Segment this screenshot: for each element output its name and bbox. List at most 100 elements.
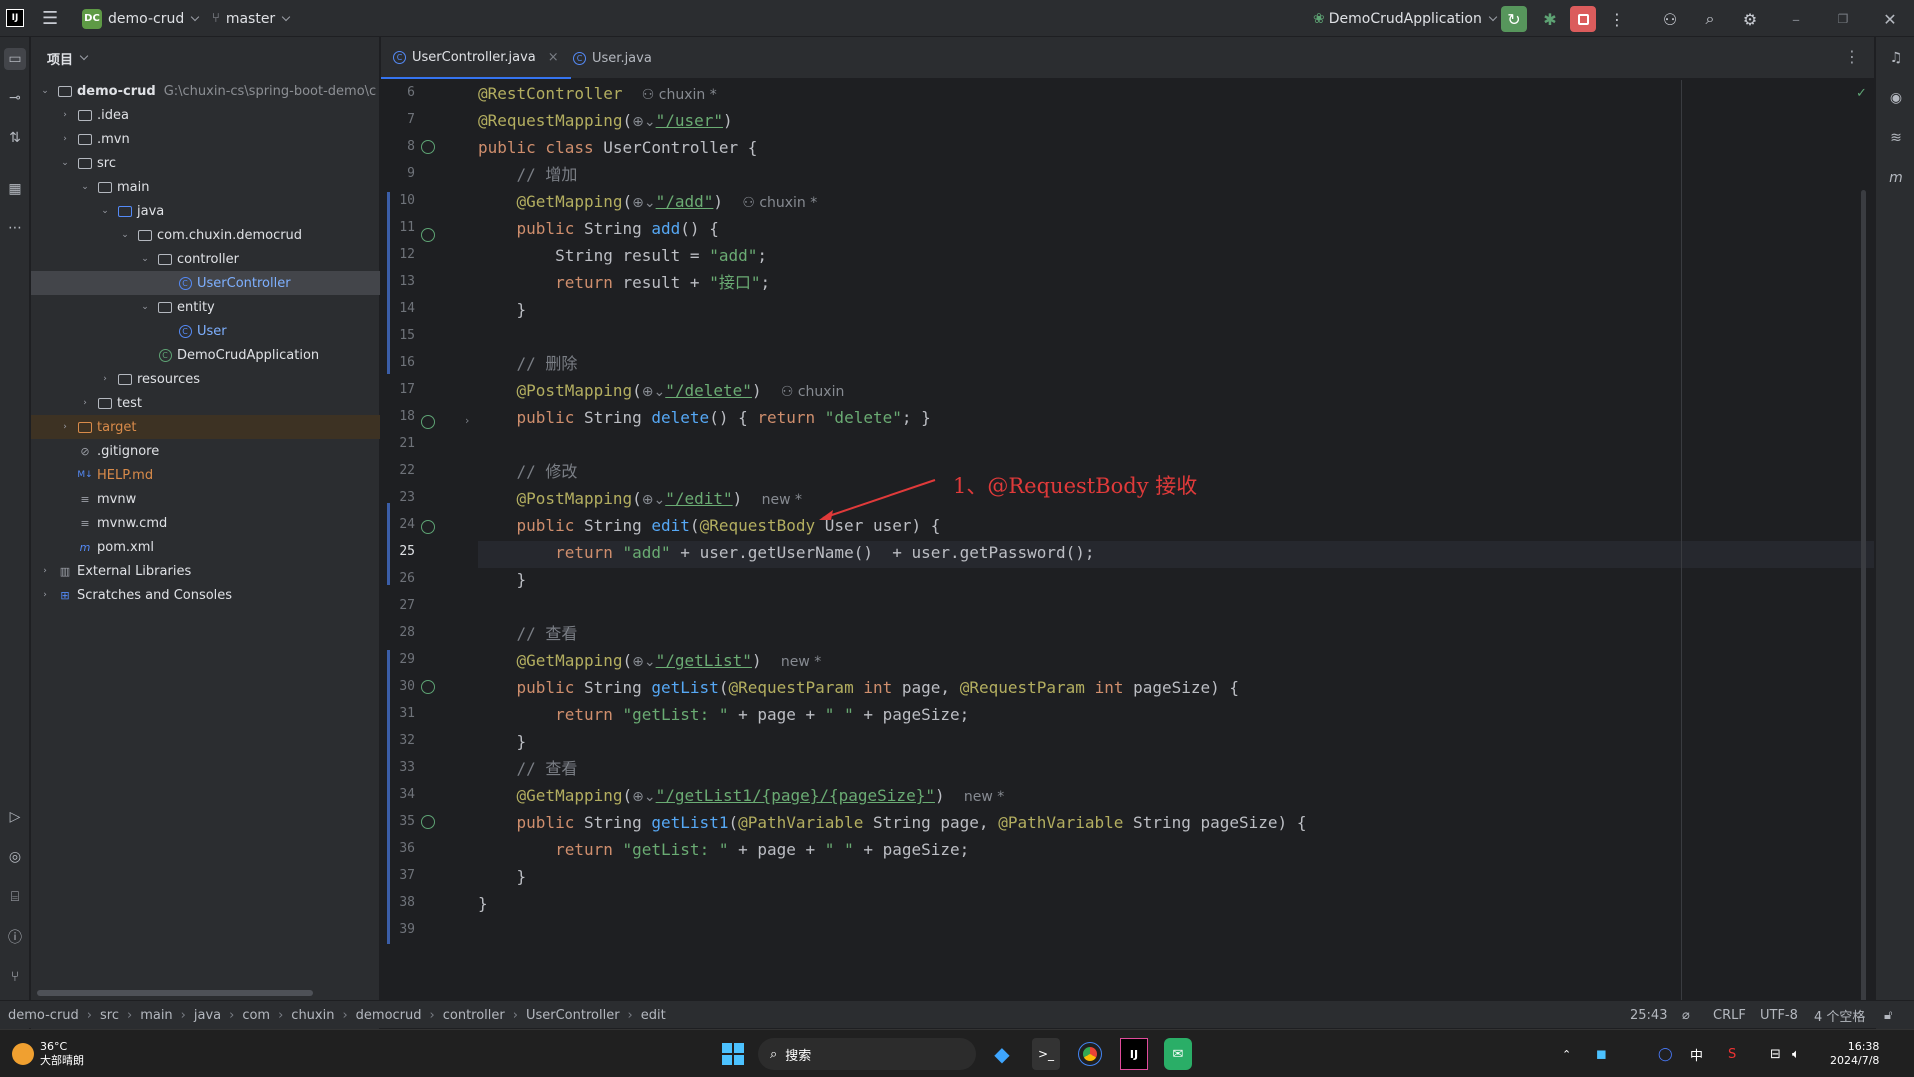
breadcrumb-item[interactable]: main [140, 1008, 172, 1023]
vertical-scrollbar[interactable] [1861, 190, 1866, 1014]
terminal-icon[interactable]: ⌸ [5, 887, 25, 907]
chevron-down-icon[interactable]: ⌄ [39, 86, 51, 96]
tree-item[interactable]: ⊘ .gitignore [31, 439, 380, 463]
endpoint-gutter-icon[interactable] [421, 415, 435, 429]
structure-icon[interactable]: ▦ [5, 179, 25, 199]
intellij-app-icon[interactable]: IJ [1120, 1038, 1148, 1070]
weather-widget[interactable]: 36°C 大部晴朗 [12, 1038, 84, 1070]
tab-usercontroller[interactable]: C UserController.java × [381, 37, 571, 79]
project-tool-icon[interactable]: ▭ [4, 48, 26, 70]
services-icon[interactable]: ◎ [5, 847, 25, 867]
pull-requests-icon[interactable]: ⇅ [5, 128, 25, 148]
chevron-down-icon[interactable]: ⌄ [139, 254, 151, 264]
breadcrumb-item[interactable]: controller [443, 1008, 505, 1023]
restore-icon[interactable]: ❐ [1830, 6, 1856, 32]
run-config-selector[interactable]: ❀ DemoCrudApplication [1313, 0, 1498, 37]
tree-item[interactable]: ≡ mvnw [31, 487, 380, 511]
horizontal-scrollbar[interactable] [37, 990, 313, 996]
chevron-right-icon[interactable]: › [59, 422, 71, 432]
tree-item[interactable]: › .mvn [31, 127, 380, 151]
tree-item[interactable]: › ▥ External Libraries [31, 559, 380, 583]
chevron-right-icon[interactable]: › [59, 134, 71, 144]
clock[interactable]: 16:38 2024/7/8 [1830, 1038, 1879, 1070]
code-with-me-icon[interactable]: ⚇ [1657, 6, 1683, 32]
chevron-down-icon[interactable]: ⌄ [79, 182, 91, 192]
tree-item[interactable]: › target [31, 415, 380, 439]
commit-icon[interactable]: ⊸ [5, 88, 25, 108]
volume-icon[interactable]: 🔈︎ [1792, 1038, 1800, 1070]
tree-item[interactable]: › test [31, 391, 380, 415]
ime-indicator[interactable]: 中 [1690, 1038, 1703, 1070]
git-icon[interactable]: ⑂ [5, 967, 25, 987]
endpoint-gutter-icon[interactable] [421, 815, 435, 829]
taskbar-search[interactable]: ⌕ 搜索 [758, 1038, 976, 1070]
chevron-right-icon[interactable]: › [39, 590, 51, 600]
windows-start-icon[interactable] [720, 1038, 746, 1070]
file-encoding[interactable]: UTF-8 [1760, 1001, 1798, 1029]
tray-app-icon[interactable]: S [1728, 1038, 1736, 1070]
chevron-right-icon[interactable]: › [59, 110, 71, 120]
debug-icon[interactable]: ✱ [1537, 6, 1563, 32]
minimize-icon[interactable]: – [1783, 6, 1809, 32]
tab-options-icon[interactable]: ⋮ [1844, 47, 1860, 66]
terminal-app-icon[interactable]: >_ [1032, 1038, 1060, 1070]
chevron-down-icon[interactable]: ⌄ [99, 206, 111, 216]
breadcrumb-item[interactable]: java [194, 1008, 221, 1023]
chevron-right-icon[interactable]: › [39, 566, 51, 576]
indent-setting[interactable]: 4 个空格 [1814, 1001, 1865, 1029]
project-switcher[interactable]: DC demo-crud [82, 0, 200, 37]
vscode-app-icon[interactable]: ◆ [988, 1038, 1016, 1070]
more-actions-icon[interactable]: ⋮ [1604, 6, 1630, 32]
maven-icon[interactable]: m [1886, 168, 1906, 188]
tree-item[interactable]: ⌄ controller [31, 247, 380, 271]
problems-icon[interactable]: ⓘ [5, 927, 25, 947]
tree-item[interactable]: › ⊞ Scratches and Consoles [31, 583, 380, 607]
stop-button[interactable] [1570, 6, 1596, 32]
chevron-down-icon[interactable]: ⌄ [119, 230, 131, 240]
branch-switcher[interactable]: ⑂ master [212, 0, 291, 37]
tree-item[interactable]: ⌄ demo-crud G:\chuxin-cs\spring-boot-demo\… [31, 79, 380, 103]
endpoint-gutter-icon[interactable] [421, 520, 435, 534]
run-tool-icon[interactable]: ▷ [5, 807, 25, 827]
tree-item[interactable]: m pom.xml [31, 535, 380, 559]
readonly-toggle-icon[interactable]: ⌀ [1682, 1001, 1690, 1029]
code-editor[interactable]: @RestController ⚇ chuxin * @RequestMappi… [478, 80, 1874, 1014]
wechat-app-icon[interactable]: ✉ [1164, 1038, 1192, 1070]
tree-item[interactable]: › resources [31, 367, 380, 391]
breadcrumb-item[interactable]: chuxin [291, 1008, 334, 1023]
tree-item[interactable]: ⌄ main [31, 175, 380, 199]
tree-item[interactable]: C User [31, 319, 380, 343]
endpoint-gutter-icon[interactable] [421, 228, 435, 242]
caret-position[interactable]: 25:43 [1630, 1001, 1667, 1029]
tree-item[interactable]: C DemoCrudApplication [31, 343, 380, 367]
chevron-right-icon[interactable]: › [79, 398, 91, 408]
database-icon[interactable]: ≋ [1886, 128, 1906, 148]
network-icon[interactable]: ⊟ [1770, 1038, 1781, 1070]
tree-item[interactable]: ⌄ src [31, 151, 380, 175]
breadcrumb-item[interactable]: democrud [356, 1008, 422, 1023]
close-window-icon[interactable]: ✕ [1877, 6, 1903, 32]
endpoint-gutter-icon[interactable] [421, 680, 435, 694]
tree-item[interactable]: M↓ HELP.md [31, 463, 380, 487]
tree-item[interactable]: › .idea [31, 103, 380, 127]
tray-app-icon[interactable]: ◼ [1596, 1038, 1607, 1070]
tree-item[interactable]: ≡ mvnw.cmd [31, 511, 380, 535]
chevron-down-icon[interactable]: ⌄ [139, 302, 151, 312]
chrome-app-icon[interactable] [1076, 1038, 1104, 1070]
settings-gear-icon[interactable]: ⚙ [1737, 6, 1763, 32]
fold-icon[interactable]: › [465, 414, 469, 427]
tree-item[interactable]: ⌄ com.chuxin.democrud [31, 223, 380, 247]
notifications-icon[interactable]: ♫ [1886, 48, 1906, 68]
line-separator[interactable]: CRLF [1713, 1001, 1746, 1029]
tree-item[interactable]: ⌄ entity [31, 295, 380, 319]
tree-item[interactable]: C UserController [31, 271, 380, 295]
spring-bean-gutter-icon[interactable] [421, 140, 435, 154]
more-tools-icon[interactable]: ⋯ [5, 218, 25, 238]
breadcrumb-item[interactable]: edit [641, 1008, 666, 1023]
tree-item[interactable]: ⌄ java [31, 199, 380, 223]
chevron-right-icon[interactable]: › [99, 374, 111, 384]
ai-assistant-icon[interactable]: ◉ [1886, 88, 1906, 108]
lock-icon[interactable]: 🔓︎ [1884, 1001, 1892, 1029]
breadcrumb-item[interactable]: UserController [526, 1008, 620, 1023]
search-icon[interactable]: ⌕ [1697, 6, 1723, 32]
